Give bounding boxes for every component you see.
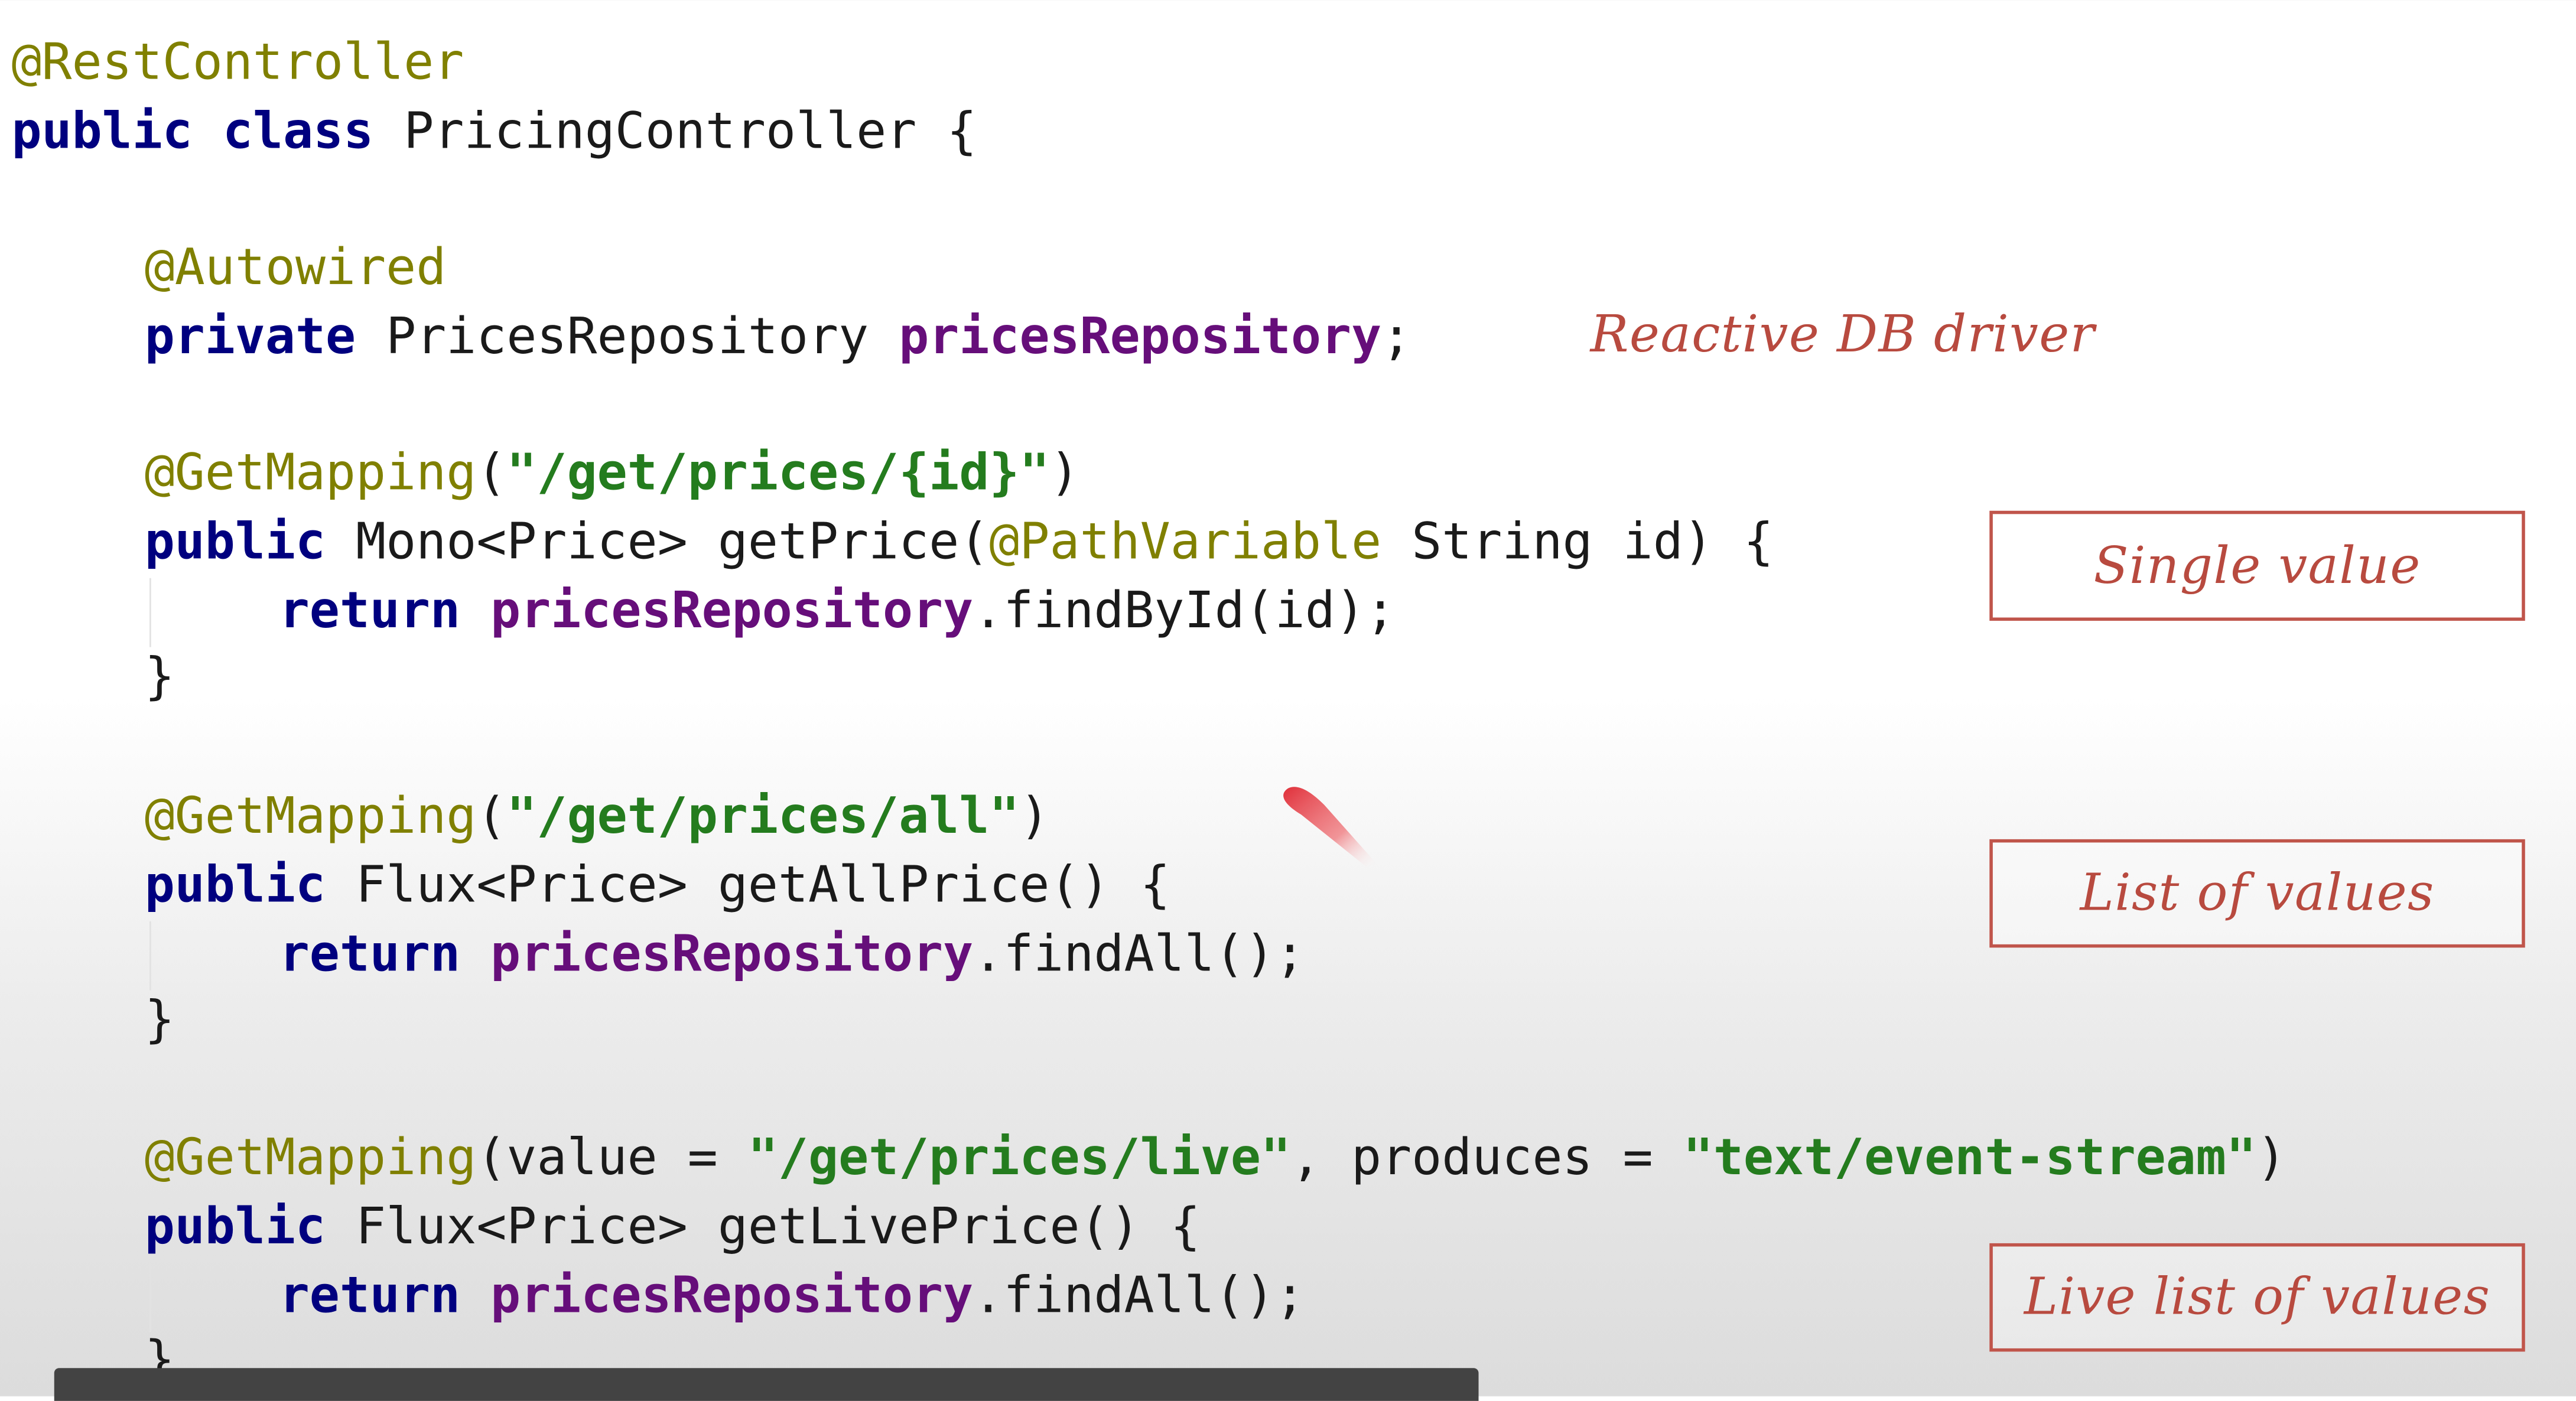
field-token: pricesRepository xyxy=(490,583,974,641)
code-line-m1-mapping: @GetMapping("/get/prices/{id}") xyxy=(145,440,1080,509)
code-line-class-annotation: @RestController xyxy=(11,30,464,99)
code-line-class-declaration: public class PricingController { xyxy=(11,99,977,168)
punctuation-token: ; xyxy=(1381,308,1412,367)
punctuation-token: ) xyxy=(2256,1130,2286,1188)
signature-token: Flux<Price> getAllPrice() { xyxy=(326,857,1170,915)
live-list-of-values-label: Live list of values xyxy=(2024,1268,2491,1327)
signature-token: Mono<Price> getPrice( xyxy=(326,514,990,572)
string-token: "text/event-stream" xyxy=(1683,1130,2256,1188)
annotation-token: @PathVariable xyxy=(989,514,1382,572)
punctuation-token: ) xyxy=(1019,788,1050,846)
keyword-token: public xyxy=(144,857,326,915)
keyword-token: private xyxy=(144,308,356,367)
code-line-m2-mapping: @GetMapping("/get/prices/all") xyxy=(145,783,1050,852)
code-line-repository-field: private PricesRepository pricesRepositor… xyxy=(145,304,1412,373)
keyword-token: return xyxy=(279,926,461,984)
punctuation-token: ( xyxy=(476,788,507,846)
signature-token: Flux<Price> getLivePrice() { xyxy=(326,1198,1201,1257)
annotation-token: @GetMapping xyxy=(144,788,477,846)
code-line-m1-close: } xyxy=(145,644,175,713)
keyword-token: public xyxy=(144,1198,326,1257)
keyword-token: class xyxy=(222,103,374,161)
brace-token: } xyxy=(144,649,175,706)
call-token: .findAll(); xyxy=(973,926,1305,984)
call-token: .findById(id); xyxy=(973,583,1396,641)
punctuation-token: ( xyxy=(476,445,507,503)
annotation-token: @GetMapping xyxy=(144,445,477,503)
code-line-m3-return: return pricesRepository.findAll(); xyxy=(279,1263,1305,1332)
code-line-autowired: @Autowired xyxy=(145,235,447,304)
single-value-callout: Single value xyxy=(1989,510,2525,621)
live-list-of-values-callout: Live list of values xyxy=(1989,1243,2525,1352)
class-name-token: PricingController { xyxy=(373,103,977,161)
argument-token: (value = xyxy=(476,1130,748,1188)
signature-token: String id) { xyxy=(1381,514,1774,572)
string-token: "/get/prices/all" xyxy=(506,788,1020,846)
annotation-token: @Autowired xyxy=(144,239,447,298)
type-token: PricesRepository xyxy=(356,308,899,367)
slide: @RestController public class PricingCont… xyxy=(0,0,2576,1401)
call-token: .findAll(); xyxy=(973,1268,1305,1325)
code-line-m3-mapping: @GetMapping(value = "/get/prices/live", … xyxy=(145,1125,2286,1194)
code-line-m2-signature: public Flux<Price> getAllPrice() { xyxy=(145,852,1170,921)
keyword-token: public xyxy=(144,514,326,572)
code-line-m2-close: } xyxy=(145,987,175,1056)
code-line-m2-return: return pricesRepository.findAll(); xyxy=(279,921,1305,991)
argument-token: , produces = xyxy=(1290,1130,1683,1188)
laser-pointer-icon xyxy=(1283,787,1377,868)
list-of-values-label: List of values xyxy=(2080,864,2435,923)
code-line-m1-return: return pricesRepository.findById(id); xyxy=(279,578,1396,647)
reactive-db-driver-note: Reactive DB driver xyxy=(1590,305,2096,365)
indent-guide xyxy=(149,921,151,991)
string-token: "/get/prices/live" xyxy=(747,1130,1291,1188)
code-line-m3-signature: public Flux<Price> getLivePrice() { xyxy=(145,1194,1201,1263)
brace-token: } xyxy=(144,992,175,1050)
code-line-m1-signature: public Mono<Price> getPrice(@PathVariabl… xyxy=(145,509,1774,578)
string-token: "/get/prices/{id}" xyxy=(506,445,1050,503)
field-token: pricesRepository xyxy=(490,1268,974,1325)
annotation-token: @GetMapping xyxy=(144,1130,477,1188)
keyword-token: return xyxy=(279,1268,461,1325)
annotation-token: @RestController xyxy=(11,34,464,92)
keyword-token: public xyxy=(11,103,193,161)
indent-guide xyxy=(149,578,151,647)
list-of-values-callout: List of values xyxy=(1989,839,2525,948)
keyword-token: return xyxy=(279,583,461,641)
indent-guide xyxy=(149,1263,151,1332)
single-value-label: Single value xyxy=(2093,536,2421,595)
field-token: pricesRepository xyxy=(899,308,1382,367)
field-token: pricesRepository xyxy=(490,926,974,984)
punctuation-token: ) xyxy=(1049,445,1080,503)
